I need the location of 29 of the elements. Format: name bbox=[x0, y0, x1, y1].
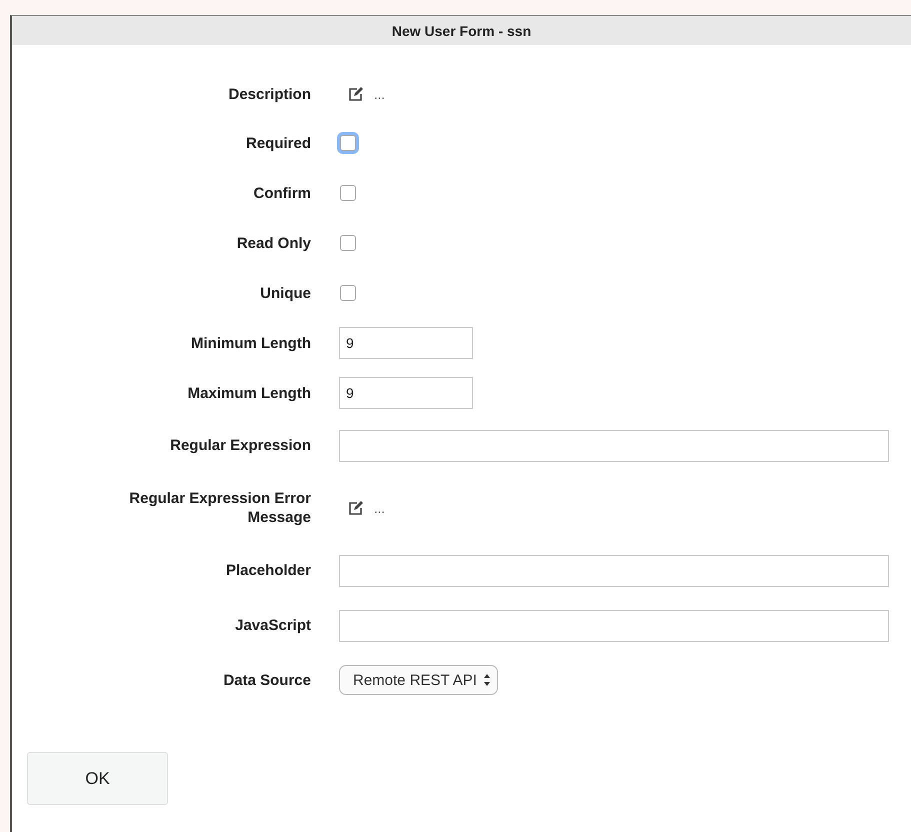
field-label: Maximum Length bbox=[186, 384, 312, 402]
field-label: Required bbox=[244, 134, 312, 152]
field-label: Read Only bbox=[236, 234, 312, 252]
select-dropdown[interactable]: Remote REST API bbox=[339, 665, 498, 695]
checkbox[interactable] bbox=[340, 185, 356, 201]
edit-link[interactable]: ... bbox=[374, 500, 385, 516]
edit-icon bbox=[348, 86, 364, 102]
input-field[interactable] bbox=[339, 554, 889, 586]
checkbox[interactable] bbox=[340, 135, 356, 151]
input-field[interactable] bbox=[339, 610, 889, 642]
field-label: Placeholder bbox=[224, 561, 312, 580]
edit-icon bbox=[348, 500, 364, 516]
dialog-title: New User Form - ssn bbox=[392, 22, 532, 38]
input-field[interactable]: 9 bbox=[339, 327, 473, 359]
field-label: Regular Expression Error Message bbox=[128, 489, 312, 527]
field-label: Data Source bbox=[222, 670, 312, 690]
field-label: Confirm bbox=[252, 184, 312, 202]
field-label: JavaScript bbox=[234, 616, 312, 635]
ok-button[interactable]: OK bbox=[27, 752, 168, 805]
input-field[interactable]: 9 bbox=[339, 377, 473, 409]
field-label: Regular Expression bbox=[169, 436, 312, 455]
field-label: Description bbox=[227, 84, 312, 104]
checkbox[interactable] bbox=[340, 235, 356, 251]
field-label: Minimum Length bbox=[190, 334, 312, 352]
edit-link[interactable]: ... bbox=[374, 86, 385, 102]
up-down-arrows-icon bbox=[482, 673, 491, 687]
input-field[interactable] bbox=[339, 430, 889, 462]
checkbox[interactable] bbox=[340, 285, 356, 301]
field-label: Unique bbox=[259, 284, 312, 302]
